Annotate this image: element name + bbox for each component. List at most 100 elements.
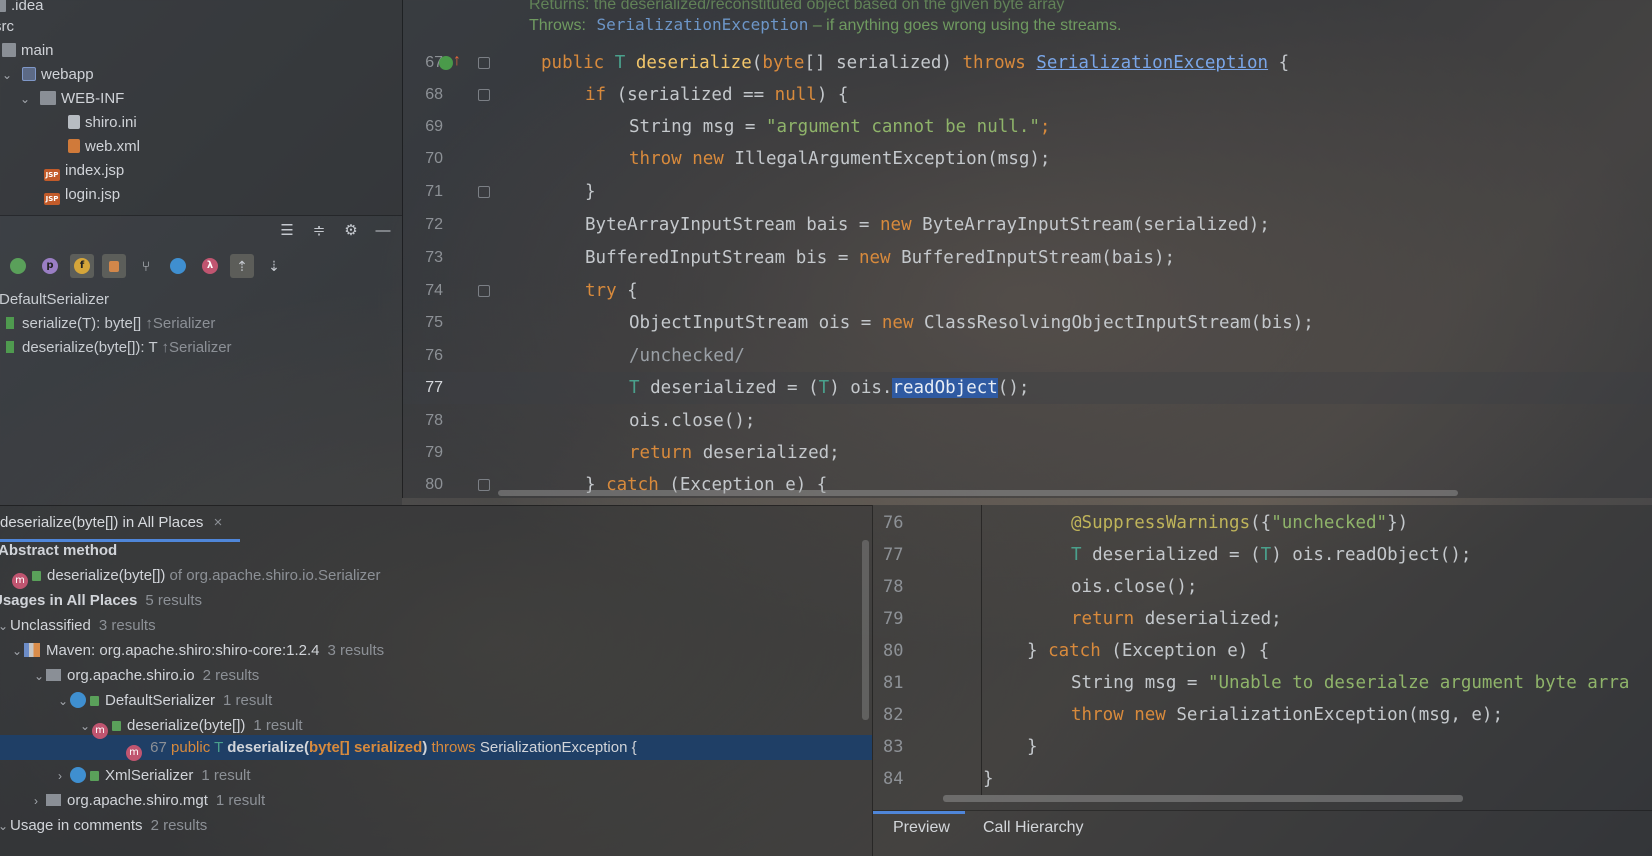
tree-item-main[interactable]: main <box>2 39 54 63</box>
usage-group-comments[interactable]: ⌄ Usage in comments 2 results <box>0 813 207 838</box>
chevron-down-icon[interactable]: ⌄ <box>20 87 32 111</box>
tree-item-web-inf[interactable]: ⌄ WEB-INF <box>20 87 124 111</box>
code-editor[interactable]: Returns: the deserialized/reconstituted … <box>402 0 1652 498</box>
anonymous-icon[interactable] <box>166 254 190 278</box>
editor-horizontal-scrollbar[interactable] <box>498 490 1458 496</box>
line-number: 76 <box>425 347 443 364</box>
usage-group-abstract-method[interactable]: Abstract method <box>0 538 117 563</box>
folder-icon <box>0 0 6 12</box>
jsp-file-icon: JSP <box>44 169 60 181</box>
tree-item-webapp[interactable]: ⌄ webapp <box>2 63 94 87</box>
code-line-67: public T deserialize(byte[] serialized) … <box>541 53 1290 73</box>
close-tab-icon[interactable]: × <box>214 514 223 531</box>
usage-item-selected[interactable]: m 67 public T deserialize(byte[] seriali… <box>126 735 637 761</box>
preview-line-79: return deserialized; <box>1071 609 1282 629</box>
code-line-79: return deserialized; <box>629 443 840 463</box>
preview-tabs: Preview Call Hierarchy <box>873 810 1652 856</box>
usage-group-default-serializer[interactable]: ⌄ DefaultSerializer 1 result <box>58 688 272 713</box>
usage-abstract-method-item[interactable]: m deserialize(byte[]) of org.apache.shiro… <box>12 563 381 589</box>
method-icon <box>6 317 14 329</box>
usage-group-all-places[interactable]: Usages in All Places 5 results <box>0 588 202 613</box>
fold-icon[interactable] <box>478 57 490 69</box>
tab-find-usages[interactable]: deserialize(byte[]) in All Places × <box>0 506 240 542</box>
preview-horizontal-scrollbar[interactable] <box>943 795 1463 802</box>
expand-all-icon[interactable]: ☰ <box>278 222 296 240</box>
chevron-down-icon[interactable]: ⌄ <box>12 639 24 664</box>
autoscroll-icon[interactable]: ⇣ <box>262 254 286 278</box>
code-line-68: if (serialized == null) { <box>585 85 849 105</box>
tree-item-shiro-ini[interactable]: shiro.ini <box>68 111 137 135</box>
preview-line-83: } <box>1027 737 1038 757</box>
preview-line-77: T deserialized = (T) ois.readObject(); <box>1071 545 1472 565</box>
code-line-74: try { <box>585 281 638 301</box>
code-line-75: ObjectInputStream ois = new ClassResolvi… <box>629 313 1314 333</box>
usages-vertical-scrollbar[interactable] <box>862 540 869 720</box>
line-number-current: 77 <box>425 379 443 396</box>
tree-item-src[interactable]: src <box>0 15 14 39</box>
code-line-70: throw new IllegalArgumentException(msg); <box>629 149 1051 169</box>
fold-icon[interactable] <box>478 186 490 198</box>
override-arrow-icon[interactable]: ↑ <box>453 52 461 70</box>
folder-icon <box>40 91 56 105</box>
tab-active-indicator <box>873 811 965 814</box>
lock-icon <box>90 696 99 706</box>
non-public-icon[interactable] <box>102 254 126 278</box>
collapse-all-icon[interactable]: ≑ <box>310 222 328 240</box>
fold-icon[interactable] <box>478 89 490 101</box>
lock-icon <box>90 771 99 781</box>
package-icon <box>46 669 61 681</box>
maven-library-icon <box>24 643 40 657</box>
usage-group-maven-shiro-core[interactable]: ⌄ Maven: org.apache.shiro:shiro-core:1.2.… <box>12 638 384 663</box>
line-number: 79 <box>883 609 904 629</box>
code-line-72: ByteArrayInputStream bais = new ByteArra… <box>585 215 1270 235</box>
method-icon: m <box>126 745 142 761</box>
gear-icon[interactable]: ⚙ <box>342 222 360 240</box>
chevron-down-icon[interactable]: ⌄ <box>58 689 70 714</box>
chevron-down-icon[interactable]: ⌄ <box>34 664 46 689</box>
fields-icon[interactable]: f <box>70 254 94 278</box>
tree-item-login-jsp[interactable]: JSP login.jsp <box>44 183 120 207</box>
web-folder-icon <box>22 67 36 81</box>
lambda-icon[interactable]: λ <box>198 254 222 278</box>
tab-preview[interactable]: Preview <box>893 819 950 837</box>
line-number: 80 <box>425 476 443 493</box>
minimize-icon[interactable]: — <box>374 222 392 240</box>
hierarchy-icon[interactable]: ⑂ <box>134 254 158 278</box>
usage-group-package-mgt[interactable]: › org.apache.shiro.mgt 1 result <box>34 788 265 813</box>
tree-item-index-jsp[interactable]: JSP index.jsp <box>44 159 124 183</box>
chevron-right-icon[interactable]: › <box>58 764 70 789</box>
properties-icon[interactable]: p <box>38 254 62 278</box>
structure-panel: ☰ ≑ ⚙ — p f ⑂ λ ⇡ ⇣ DefaultSerializer se… <box>0 215 402 505</box>
fold-icon[interactable] <box>478 479 490 491</box>
line-number: 67 <box>425 54 443 71</box>
chevron-down-icon[interactable]: ⌄ <box>2 63 14 87</box>
implements-gutter-icon[interactable] <box>439 56 453 70</box>
usage-group-package-io[interactable]: ⌄ org.apache.shiro.io 2 results <box>34 663 259 688</box>
javadoc-throws: Throws: SerializationException – if anyt… <box>529 15 1122 34</box>
chevron-down-icon[interactable]: ⌄ <box>0 814 10 839</box>
line-number: 78 <box>425 412 443 429</box>
preview-line-80: } catch (Exception e) { <box>1027 641 1270 661</box>
fold-icon[interactable] <box>478 285 490 297</box>
chevron-down-icon[interactable]: ⌄ <box>80 714 92 739</box>
chevron-right-icon[interactable]: › <box>34 789 46 814</box>
preview-gutter-separator <box>981 505 982 795</box>
xml-file-icon <box>68 139 80 153</box>
navigate-icon[interactable]: ⇡ <box>230 254 254 278</box>
class-icon <box>70 692 86 708</box>
structure-class-item[interactable]: DefaultSerializer <box>0 288 109 312</box>
structure-member-serialize[interactable]: serialize(T): byte[] ↑Serializer <box>6 312 215 336</box>
method-icon <box>6 341 14 353</box>
code-line-78: ois.close(); <box>629 411 756 431</box>
chevron-down-icon[interactable]: ⌄ <box>0 614 10 639</box>
usage-group-xml-serializer[interactable]: › XmlSerializer 1 result <box>58 763 251 788</box>
structure-filter-toolbar: p f ⑂ λ ⇡ ⇣ <box>6 254 286 278</box>
structure-member-deserialize[interactable]: deserialize(byte[]): T ↑Serializer <box>6 336 232 360</box>
line-number: 77 <box>883 545 904 565</box>
usage-group-unclassified[interactable]: ⌄ Unclassified 3 results <box>0 613 156 638</box>
selected-text: readObject <box>892 378 998 398</box>
tree-item-web-xml[interactable]: web.xml <box>68 135 140 159</box>
tab-call-hierarchy[interactable]: Call Hierarchy <box>983 819 1083 837</box>
code-line-69: String msg = "argument cannot be null."; <box>629 117 1051 137</box>
inherited-icon[interactable] <box>6 254 30 278</box>
